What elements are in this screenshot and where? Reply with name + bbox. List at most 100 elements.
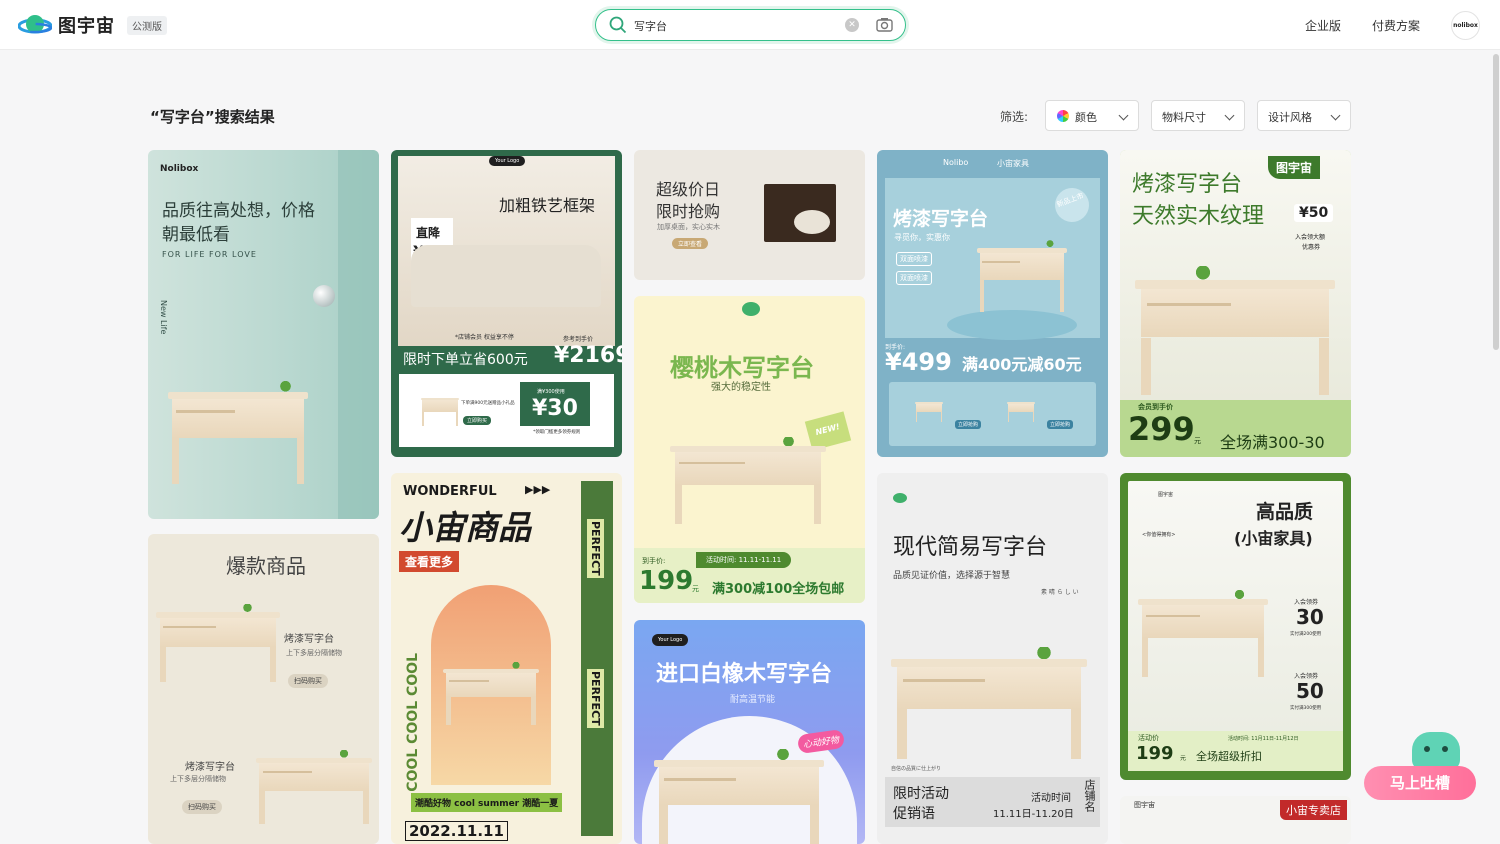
card-headline: 品质往高处想，价格 [162, 201, 315, 221]
card-headline: 天然实木纹理 [1132, 204, 1265, 229]
time-text: 11.11日-11.20日 [993, 809, 1074, 820]
buy-button[interactable]: 立即抢购 [955, 420, 982, 429]
ref-label: 参考到手价 [563, 336, 594, 343]
item-name: 烤漆写字台 [284, 634, 334, 645]
card-headline: 小宙商品 [399, 508, 531, 547]
nav-enterprise[interactable]: 企业版 [1305, 17, 1341, 34]
price: 299 [1128, 410, 1195, 448]
desk-image [443, 662, 539, 725]
results-title: “写字台”搜索结果 [150, 108, 275, 126]
avatar[interactable]: nolibox [1451, 11, 1480, 40]
view-button[interactable]: 立即查看 [672, 238, 709, 249]
price: 199 [639, 566, 694, 596]
chevron-down-icon [1330, 110, 1341, 121]
card-headline: 进口白橡木写字台 [656, 662, 833, 687]
nav-pricing[interactable]: 付费方案 [1372, 17, 1420, 34]
feedback-button[interactable]: 马上吐槽 [1364, 766, 1476, 800]
coupon-cond: 满¥300使用 [537, 389, 565, 395]
template-card-10[interactable]: Your Logo 进口白橡木写字台 耐高温节能 心动好物 [634, 620, 865, 844]
date-text: 2022.11.11 [405, 821, 508, 841]
shop-name: 店铺名 [1083, 779, 1096, 812]
cup-image [794, 210, 830, 234]
drop-label: 直降 [416, 226, 441, 240]
note-text: <你值得拥有> [1142, 532, 1176, 538]
template-card-7[interactable]: 爆款商品 烤漆写字台 上下多层分隔储物 扫码购买 烤漆写字台 上下多层分隔储物 … [148, 534, 379, 844]
price-label: 活动价 [1138, 734, 1159, 742]
template-card-2[interactable]: Your Logo 加粗铁艺框架 直降 ¥600 *店铺会员 权益享不停 参考到… [391, 150, 622, 457]
price-unit: 元 [1194, 437, 1201, 445]
template-card-1[interactable]: Nolibox 品质往高处想，价格 朝最低看 FOR LIFE FOR LOVE… [148, 150, 379, 519]
filter-size[interactable]: 物料尺寸 [1151, 100, 1245, 131]
buy-button[interactable]: 立即抢购 [1047, 420, 1074, 429]
color-wheel-icon [1057, 110, 1069, 122]
side-text: PERFECT [587, 519, 604, 578]
band-text: 潮酷好物 cool summer 潮酷一夏 [411, 793, 563, 812]
camera-icon[interactable] [876, 17, 893, 32]
card-subtitle: 耐高温节能 [730, 695, 776, 705]
filter-style[interactable]: 设计风格 [1257, 100, 1351, 131]
scan-buy-button[interactable]: 扫码购买 [182, 800, 222, 814]
scrollbar[interactable] [1492, 50, 1500, 844]
desk-image [891, 647, 1087, 759]
template-card-12[interactable]: 图宇宙 小宙专卖店 [1120, 796, 1351, 844]
deal-text: 全场超级折扣 [1196, 750, 1262, 763]
card-brand: Nolibo [943, 158, 969, 167]
sofa-image [411, 245, 601, 307]
mascot-icon[interactable] [1412, 732, 1460, 770]
item-sub: 上下多层分隔储物 [286, 649, 342, 657]
price-unit: 元 [1180, 755, 1187, 762]
card-subtitle: 加厚桌面，实心实木 [657, 223, 720, 231]
deal-text: 满300减100全场包邮 [712, 582, 845, 597]
card-subtitle: FOR LIFE FOR LOVE [162, 250, 257, 259]
note-text: 自信の品質に仕上がり [891, 766, 942, 772]
leaf-logo-icon [742, 302, 760, 316]
card-side-text: New Life [159, 300, 168, 335]
chevron-down-icon [1224, 110, 1235, 121]
save-text: 限时下单立省600元 [403, 352, 528, 368]
coupon-note: 入会领大额 [1295, 234, 1326, 241]
filter-size-label: 物料尺寸 [1162, 111, 1206, 124]
buy-button[interactable]: 立即购买 [463, 416, 492, 425]
coupon-value: 50 [1296, 679, 1324, 703]
scan-buy-button[interactable]: 扫码购买 [288, 674, 328, 688]
template-card-5[interactable]: 图宇宙 烤漆写字台 天然实木纹理 ¥50 入会领大额 优惠券 会员到手价 299… [1120, 150, 1351, 457]
coupon-cond: 实付满300使用 [1290, 706, 1322, 711]
lamp-decoration [313, 285, 335, 307]
member-text: *店铺会员 权益享不停 [455, 334, 514, 341]
logo[interactable]: 图宇宙 公测版 [17, 12, 167, 38]
price: ¥499 [885, 348, 952, 376]
price-unit: 元 [692, 585, 699, 593]
template-card-4[interactable]: Nolibo 小宙家具 烤漆写字台 寻觅你，实惠你 双面喷漆 双面喷漆 新品上市… [877, 150, 1108, 457]
deal-text: 满400元减60元 [962, 355, 1082, 374]
tag: 双面喷漆 [896, 252, 932, 266]
price-label: 到手价: [642, 557, 666, 565]
desk-image [1135, 266, 1335, 395]
template-card-6[interactable]: 樱桃木写字台 强大的稳定性 NEW! 到手价: 活动时间: 11.11-11.1… [634, 296, 865, 603]
search-input[interactable]: 写字台 [634, 18, 667, 34]
card-subtitle: 寻觅你，实惠你 [894, 233, 950, 242]
template-card-9[interactable]: 现代简易写字台 品质见证价值，选择源于智慧 素 晴 ら し い 自信の品質に仕上… [877, 473, 1108, 844]
promo-text: 限时活动 [893, 786, 949, 802]
logo-text: 图宇宙 [58, 16, 115, 37]
coupon-cond: 实付满200使用 [1290, 632, 1322, 637]
card-headline: 高品质 [1256, 501, 1314, 523]
desk-image [977, 240, 1067, 312]
time-label: 活动时间 [1031, 793, 1071, 804]
clear-icon[interactable]: ✕ [845, 18, 859, 32]
time-text: 活动时间: 11.11-11.11 [696, 552, 792, 568]
filter-style-label: 设计风格 [1268, 111, 1312, 124]
search-box[interactable]: 写字台 ✕ [595, 9, 906, 41]
coupon-note: *领取门槛更多领券规则 [533, 430, 581, 435]
desk-image [654, 749, 824, 844]
card-brand: Nolibox [160, 164, 199, 174]
view-more-button[interactable]: 查看更多 [399, 551, 460, 572]
template-card-11[interactable]: 图宇宙 <你值得拥有> 高品质 (小宙家具) 入会领券 30 实付满200使用 … [1120, 473, 1351, 780]
scrollbar-thumb[interactable] [1493, 54, 1499, 350]
card-subtitle: 强大的稳定性 [711, 382, 771, 393]
coupon-value: ¥50 [1294, 204, 1334, 222]
filter-color[interactable]: 颜色 [1045, 100, 1139, 131]
card-headline: 烤漆写字台 [1132, 172, 1243, 197]
template-card-3[interactable]: 超级价日 限时抢购 加厚桌面，实心实木 立即查看 [634, 150, 865, 280]
desk-image [156, 603, 280, 682]
template-card-8[interactable]: WONDERFUL ▶▶▶ 小宙商品 查看更多 PERFECT PERFECT … [391, 473, 622, 844]
